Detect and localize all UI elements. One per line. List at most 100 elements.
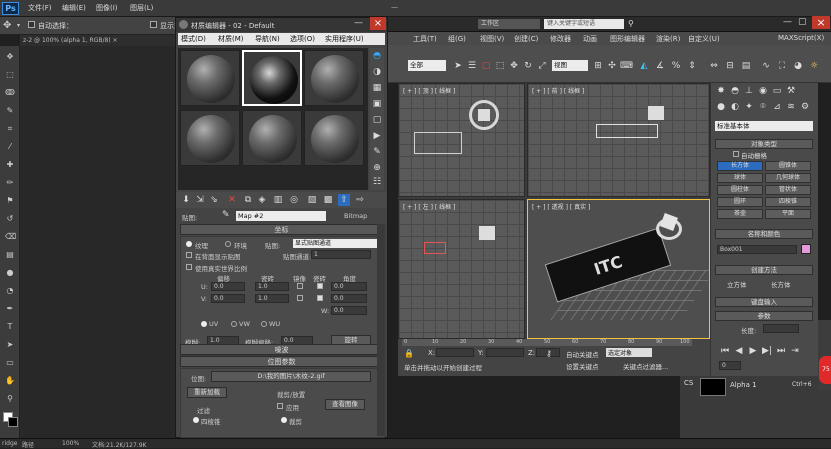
cameras-icon[interactable]: ⌾ xyxy=(757,101,769,113)
geosphere-button[interactable]: 几何球体 xyxy=(765,173,811,183)
goto-start-icon[interactable]: ⏮ xyxy=(719,345,731,357)
get-material-icon[interactable]: ⬇ xyxy=(180,194,192,206)
map-navigator-icon[interactable]: ☷ xyxy=(371,176,383,188)
quick-select-icon[interactable]: ✎ xyxy=(5,106,15,116)
select-by-name-icon[interactable]: ☰ xyxy=(466,60,478,72)
sample-type-icon[interactable]: ◓ xyxy=(371,50,383,62)
material-slot[interactable] xyxy=(180,50,240,106)
move-tool-icon[interactable]: ✥ xyxy=(5,52,15,62)
lasso-tool-icon[interactable]: ↂ xyxy=(5,88,15,98)
type-tool-icon[interactable]: T xyxy=(5,322,15,332)
bitmap-params-rollout[interactable]: 位图参数 xyxy=(180,356,383,367)
autogrid-checkbox[interactable] xyxy=(733,151,739,157)
key-filters-button[interactable]: 关键点过滤器... xyxy=(623,361,668,371)
play-icon[interactable]: ▶ xyxy=(747,345,759,357)
auto-select-checkbox[interactable] xyxy=(28,21,35,28)
history-brush-icon[interactable]: ↺ xyxy=(5,214,15,224)
goto-end-icon[interactable]: ⏭ xyxy=(775,345,787,357)
parameters-rollout[interactable]: 参数 xyxy=(715,311,813,321)
coord-y-field[interactable] xyxy=(486,348,524,357)
search-icon[interactable]: ⚲ xyxy=(628,19,634,28)
schematic-view-icon[interactable]: ⛶ xyxy=(776,60,788,72)
channel-visibility-icon[interactable]: CS xyxy=(684,379,693,387)
snap-toggle-icon[interactable]: ◭ xyxy=(638,60,650,72)
move-tool-icon[interactable]: ✥ xyxy=(3,20,11,31)
assign-material-icon[interactable]: ⇘ xyxy=(208,194,220,206)
sphere-button[interactable]: 球体 xyxy=(717,173,763,183)
u-tiling-field[interactable]: 1.0 xyxy=(255,282,289,291)
chevron-down-icon[interactable]: ▾ xyxy=(17,22,20,29)
ps-menu-image[interactable]: 图像(I) xyxy=(96,3,118,13)
current-frame-field[interactable]: 0 xyxy=(719,361,741,370)
pivot-center-icon[interactable]: ⊞ xyxy=(592,60,604,72)
lights-icon[interactable]: ✦ xyxy=(743,101,755,113)
uv-tiling-icon[interactable]: ▣ xyxy=(371,98,383,110)
viewcube[interactable] xyxy=(648,106,664,120)
material-slot[interactable] xyxy=(304,50,364,106)
mat-menu-material[interactable]: 材质(M) xyxy=(218,33,244,45)
uv-radio[interactable] xyxy=(201,321,207,327)
blur-tool-icon[interactable]: ● xyxy=(5,268,15,278)
object-type-rollout[interactable]: 对象类型 xyxy=(715,139,813,149)
minimize-icon[interactable]: — xyxy=(354,18,363,28)
stamp-tool-icon[interactable]: ⚑ xyxy=(5,196,15,206)
background-color-swatch[interactable] xyxy=(8,417,18,427)
w-angle-field[interactable]: 0.0 xyxy=(331,306,367,315)
noise-rollout[interactable]: 噪波 xyxy=(180,344,383,355)
region-select-icon[interactable]: ▢ xyxy=(480,60,492,72)
viewport-left-label[interactable]: [ + ] [ 左 ] [ 线框 ] xyxy=(403,202,455,211)
environ-radio[interactable] xyxy=(225,241,231,247)
max-menu-maxscript[interactable]: MAXScript(X) xyxy=(778,34,824,42)
viewcube[interactable] xyxy=(479,226,495,240)
reset-map-icon[interactable]: ✕ xyxy=(226,194,238,206)
v-offset-field[interactable]: 0.0 xyxy=(211,294,245,303)
max-menu-modifiers[interactable]: 修改器 xyxy=(550,34,571,44)
selection-filter-dropdown[interactable]: 全部 xyxy=(408,60,446,71)
spinner-snap-icon[interactable]: ⇕ xyxy=(686,60,698,72)
show-transform-checkbox[interactable] xyxy=(150,21,157,28)
show-shaded-icon[interactable]: ▧ xyxy=(306,194,318,206)
vw-radio[interactable] xyxy=(231,321,237,327)
coordinates-rollout[interactable]: 坐标 xyxy=(180,224,383,235)
material-id-icon[interactable]: ◎ xyxy=(288,194,300,206)
lock-icon[interactable]: 🔒 xyxy=(404,349,414,358)
box-button[interactable]: 长方体 xyxy=(717,161,763,171)
creation-method-rollout[interactable]: 创建方法 xyxy=(715,265,813,275)
selected-dropdown[interactable]: 选定对象 xyxy=(606,348,652,357)
max-menu-graph[interactable]: 图形编辑器 xyxy=(610,34,645,44)
create-tab-icon[interactable]: ✸ xyxy=(715,85,727,97)
v-tiling-field[interactable]: 1.0 xyxy=(255,294,289,303)
auto-key-button[interactable]: 自动关键点 xyxy=(566,349,599,359)
select-manipulate-icon[interactable]: ✣ xyxy=(606,60,618,72)
ps-menu-layer[interactable]: 图层(L) xyxy=(130,3,153,13)
key-mode-icon[interactable]: ⇥ xyxy=(789,345,801,357)
map-channel-field[interactable]: 1 xyxy=(311,250,371,259)
material-slot[interactable] xyxy=(180,110,240,166)
next-frame-icon[interactable]: ▶| xyxy=(761,345,773,357)
hierarchy-tab-icon[interactable]: ⊥ xyxy=(743,85,755,97)
pyramidal-radio[interactable] xyxy=(193,417,199,423)
eraser-icon[interactable]: ⌫ xyxy=(5,232,16,242)
maximize-icon[interactable]: ▢ xyxy=(798,17,807,27)
go-to-parent-icon[interactable]: ⇧ xyxy=(338,194,350,206)
select-move-icon[interactable]: ✥ xyxy=(508,60,520,72)
box-radio[interactable]: 长方体 xyxy=(771,279,791,289)
mat-menu-navigation[interactable]: 导航(N) xyxy=(255,33,280,45)
u-offset-field[interactable]: 0.0 xyxy=(211,282,245,291)
angle-snap-icon[interactable]: ∡ xyxy=(654,60,666,72)
percent-snap-icon[interactable]: % xyxy=(670,60,682,72)
brush-tool-icon[interactable]: ✏ xyxy=(5,178,15,188)
crop-radio[interactable] xyxy=(281,417,287,423)
curve-editor-icon[interactable]: ∿ xyxy=(760,60,772,72)
viewport-perspective[interactable]: [ + ] [ 透视 ] [ 真实 ] ITC xyxy=(527,199,710,339)
max-workspace-field[interactable]: 工作区 xyxy=(478,19,540,29)
window-crossing-icon[interactable]: ⬚ xyxy=(494,60,506,72)
align-icon[interactable]: ⊟ xyxy=(724,60,736,72)
v-tile-checkbox[interactable] xyxy=(317,295,323,301)
viewport-perspective-label[interactable]: [ + ] [ 透视 ] [ 真实 ] xyxy=(532,202,590,211)
zoom-tool-icon[interactable]: ⚲ xyxy=(5,394,15,404)
torus-button[interactable]: 圆环 xyxy=(717,197,763,207)
bitmap-path-button[interactable]: D:\我的图片\木纹-2.gif xyxy=(211,371,371,382)
marquee-tool-icon[interactable]: ⬚ xyxy=(5,70,15,80)
show-map-back-checkbox[interactable] xyxy=(186,252,192,258)
